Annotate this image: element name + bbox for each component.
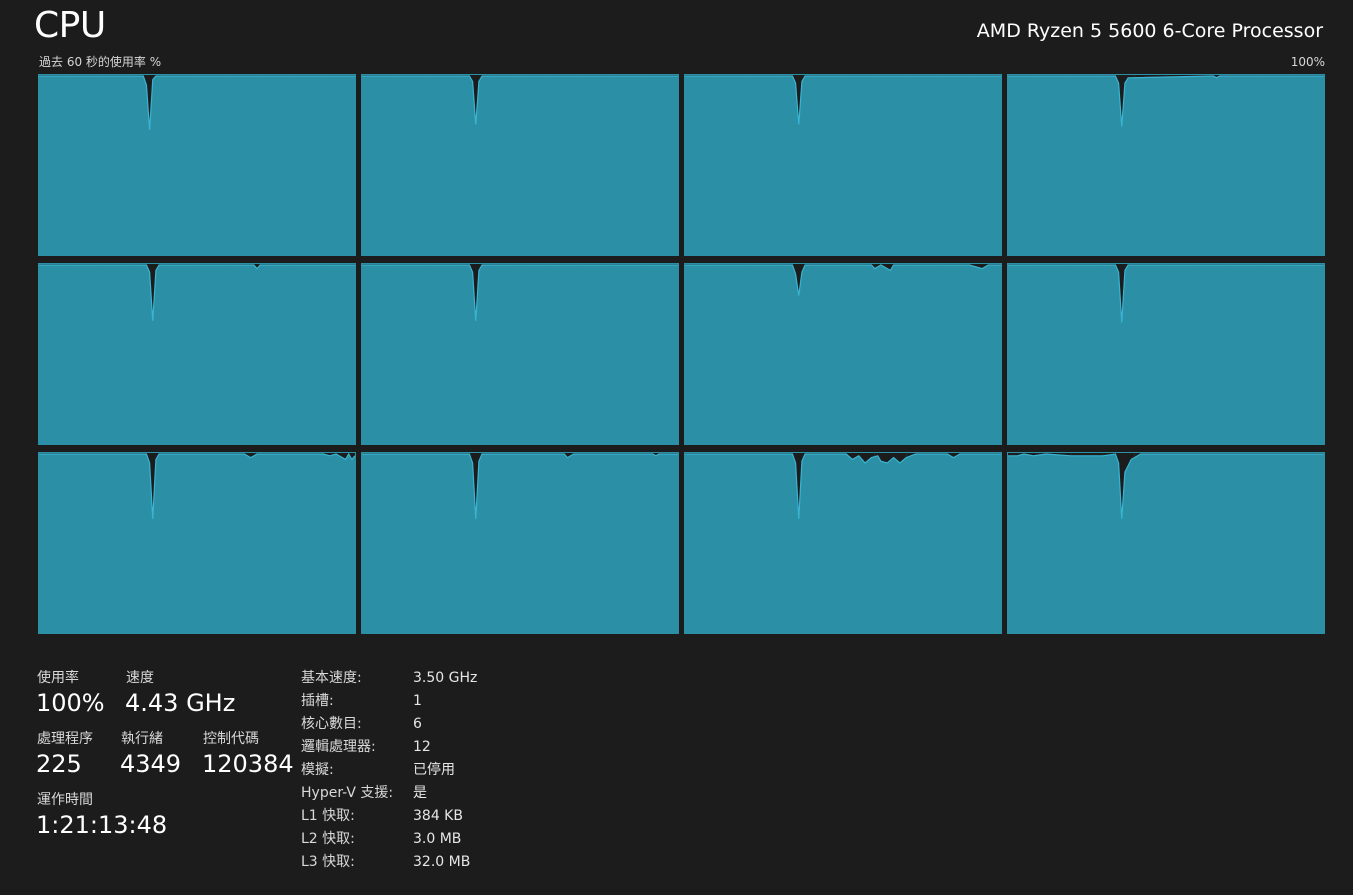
spec-label: 插槽: [301,693,334,709]
cpu-usage-area-chart [685,453,1001,633]
usage-area [362,76,678,255]
spec-label: 邏輯處理器: [301,739,376,755]
handles-label: 控制代碼 [203,731,259,747]
graph-caption: 過去 60 秒的使用率 % [39,55,162,69]
processor-name: AMD Ryzen 5 5600 6-Core Processor [976,20,1323,42]
logical-processor-graph-9[interactable] [361,452,679,634]
logical-processor-graphs[interactable] [38,74,1326,636]
cpu-usage-area-chart [39,264,355,444]
logical-processor-graph-7[interactable] [1007,263,1325,445]
spec-value: 384 KB [413,808,463,824]
usage-area [362,454,678,633]
spec-value: 12 [413,739,431,755]
spec-label: 基本速度: [301,670,362,686]
usage-area [1008,76,1324,255]
usage-area [39,454,355,633]
logical-processor-graph-8[interactable] [38,452,356,634]
usage-value: 100% [36,689,105,717]
logical-processor-graph-10[interactable] [684,452,1002,634]
threads-value: 4349 [120,750,182,778]
usage-area [685,265,1001,444]
usage-area [39,265,355,444]
usage-area [685,76,1001,255]
cpu-usage-area-chart [362,75,678,255]
spec-value: 已停用 [413,762,455,778]
spec-label: 模擬: [301,762,334,778]
cpu-usage-area-chart [39,453,355,633]
spec-label: 核心數目: [301,716,362,732]
processes-value: 225 [36,750,82,778]
spec-value: 3.50 GHz [413,670,478,686]
cpu-usage-area-chart [1008,75,1324,255]
graph-max-label: 100% [1290,55,1325,69]
spec-value: 1 [413,693,422,709]
threads-label: 執行緒 [121,731,163,747]
spec-value: 是 [413,785,427,801]
cpu-performance-panel: CPU AMD Ryzen 5 5600 6-Core Processor 過去… [0,0,1353,895]
usage-label: 使用率 [37,670,79,686]
usage-area [362,265,678,444]
logical-processor-graph-0[interactable] [38,74,356,256]
uptime-value: 1:21:13:48 [36,811,168,839]
cpu-usage-area-chart [362,453,678,633]
usage-area [39,76,355,255]
cpu-usage-area-chart [1008,453,1324,633]
cpu-usage-area-chart [685,264,1001,444]
cpu-usage-area-chart [362,264,678,444]
logical-processor-graph-4[interactable] [38,263,356,445]
spec-label: L1 快取: [301,808,355,824]
spec-label: L2 快取: [301,831,355,847]
logical-processor-graph-2[interactable] [684,74,1002,256]
spec-value: 6 [413,716,422,732]
uptime-label: 運作時間 [37,792,93,808]
spec-value: 32.0 MB [413,854,471,870]
spec-label: Hyper-V 支援: [301,785,394,801]
cpu-usage-area-chart [685,75,1001,255]
logical-processor-graph-5[interactable] [361,263,679,445]
spec-value: 3.0 MB [413,831,462,847]
usage-area [1008,265,1324,444]
logical-processor-graph-11[interactable] [1007,452,1325,634]
usage-area [685,454,1001,633]
spec-label: L3 快取: [301,854,355,870]
logical-processor-graph-3[interactable] [1007,74,1325,256]
usage-area [1008,454,1324,633]
processes-label: 處理程序 [37,731,93,747]
cpu-usage-area-chart [39,75,355,255]
logical-processor-graph-6[interactable] [684,263,1002,445]
logical-processor-graph-1[interactable] [361,74,679,256]
speed-label: 速度 [126,670,154,686]
page-title: CPU [34,5,106,46]
cpu-usage-area-chart [1008,264,1324,444]
handles-value: 120384 [202,750,294,778]
speed-value: 4.43 GHz [125,689,236,717]
